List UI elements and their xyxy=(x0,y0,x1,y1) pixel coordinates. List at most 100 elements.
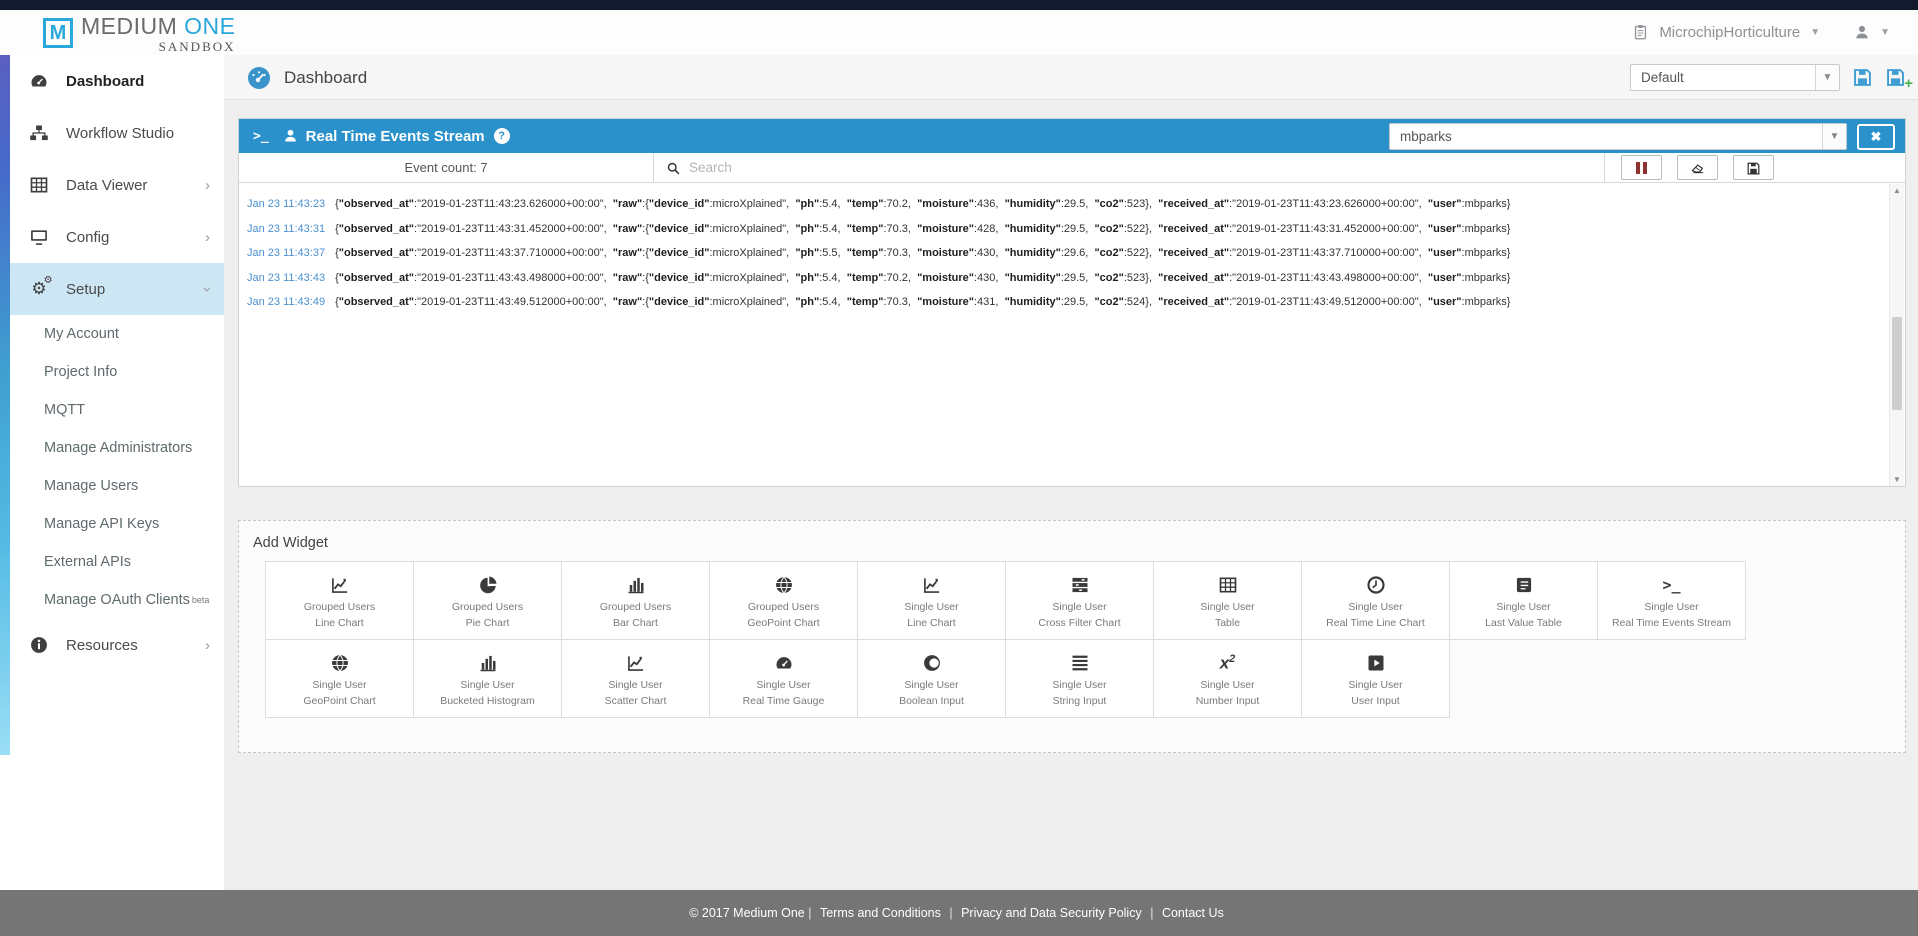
footer-link-contact-us[interactable]: Contact Us xyxy=(1162,906,1224,920)
sidebar-item-label: Manage API Keys xyxy=(44,516,159,532)
event-timestamp: Jan 23 11:43:31 xyxy=(247,223,325,235)
widget-tile-single-user-last-value-table[interactable]: Single UserLast Value Table xyxy=(1449,561,1598,640)
footer-text: © 2017 Medium One | Terms and Conditions… xyxy=(689,906,1229,920)
chevron-down-icon[interactable]: ▼ xyxy=(1822,124,1846,149)
list-alt-icon xyxy=(1513,571,1535,599)
tile-widget-type: User Input xyxy=(1351,693,1399,709)
footer-link-privacy-and-data-security-policy[interactable]: Privacy and Data Security Policy xyxy=(961,906,1142,920)
project-caret-icon[interactable]: ▼ xyxy=(1810,27,1820,38)
user-filter-select[interactable]: mbparks ▼ xyxy=(1389,123,1847,150)
sidebar-item-label: Manage OAuth Clients xyxy=(44,592,190,608)
sidebar-item-label: Project Info xyxy=(44,364,117,380)
event-log-line: Jan 23 11:43:49{"observed_at":"2019-01-2… xyxy=(247,290,1879,315)
save-stream-button[interactable] xyxy=(1733,155,1774,180)
sidebar-item-label: Dashboard xyxy=(66,73,144,90)
tile-user-type: Grouped Users xyxy=(600,599,671,615)
event-log-line: Jan 23 11:43:43{"observed_at":"2019-01-2… xyxy=(247,266,1879,291)
widget-tile-single-user-cross-filter-chart[interactable]: Single UserCross Filter Chart xyxy=(1005,561,1154,640)
clear-stream-button[interactable] xyxy=(1677,155,1718,180)
toggle-icon xyxy=(921,649,943,677)
tile-widget-type: Bucketed Histogram xyxy=(440,693,535,709)
user-menu-icon[interactable] xyxy=(1854,24,1870,42)
save-dashboard-icon[interactable] xyxy=(1852,67,1873,88)
tile-user-type: Single User xyxy=(1200,677,1254,693)
user-caret-icon[interactable]: ▼ xyxy=(1880,27,1890,38)
widget-tile-single-user-line-chart[interactable]: Single UserLine Chart xyxy=(857,561,1006,640)
widget-tile-single-user-real-time-gauge[interactable]: Single UserReal Time Gauge xyxy=(709,639,858,718)
sidebar-item-label: Config xyxy=(66,229,109,246)
widget-tiles: Grouped UsersLine ChartGrouped UsersPie … xyxy=(265,561,1893,718)
tile-user-type: Single User xyxy=(1200,599,1254,615)
project-switcher[interactable]: MicrochipHorticulture xyxy=(1659,24,1800,41)
footer-link-terms-and-conditions[interactable]: Terms and Conditions xyxy=(820,906,941,920)
terminal-icon: >_ xyxy=(253,129,269,144)
sidebar-item-config[interactable]: Config› xyxy=(10,211,224,263)
scroll-down-icon[interactable]: ▼ xyxy=(1890,475,1904,484)
widget-tile-grouped-users-line-chart[interactable]: Grouped UsersLine Chart xyxy=(265,561,414,640)
close-widget-button[interactable]: ✖ xyxy=(1857,124,1895,150)
sidebar-item-manage-users[interactable]: Manage Users xyxy=(10,467,224,505)
sidebar-item-data-viewer[interactable]: Data Viewer› xyxy=(10,159,224,211)
save-dashboard-as-icon[interactable]: + xyxy=(1885,67,1906,88)
widget-tile-single-user-string-input[interactable]: Single UserString Input xyxy=(1005,639,1154,718)
scrollbar-thumb[interactable] xyxy=(1892,317,1902,411)
help-icon[interactable]: ? xyxy=(494,128,510,144)
widget-tile-single-user-real-time-events-stream[interactable]: >_Single UserReal Time Events Stream xyxy=(1597,561,1746,640)
tile-user-type: Single User xyxy=(460,677,514,693)
tile-widget-type: Number Input xyxy=(1196,693,1260,709)
widget-tile-single-user-real-time-line-chart[interactable]: Single UserReal Time Line Chart xyxy=(1301,561,1450,640)
widget-tile-single-user-scatter-chart[interactable]: Single UserScatter Chart xyxy=(561,639,710,718)
sidebar-item-setup[interactable]: ⚙⚙Setup› xyxy=(10,263,224,315)
sidebar-item-resources[interactable]: Resources› xyxy=(10,619,224,671)
sidebar-item-workflow-studio[interactable]: Workflow Studio xyxy=(10,107,224,159)
chevron-down-icon[interactable]: ▼ xyxy=(1815,65,1839,90)
brand-logo[interactable]: M MEDIUM ONE SANDBOX xyxy=(43,15,236,53)
clipboard-icon xyxy=(1632,23,1649,41)
sidebar-item-manage-oauth-clients[interactable]: Manage OAuth Clientsbeta xyxy=(10,581,224,619)
x2-icon: x2 xyxy=(1220,649,1236,677)
widget-tile-single-user-geopoint-chart[interactable]: Single UserGeoPoint Chart xyxy=(265,639,414,718)
terminal-icon: >_ xyxy=(1662,571,1680,599)
event-log-line: Jan 23 11:43:23{"observed_at":"2019-01-2… xyxy=(247,192,1879,217)
sidebar-item-external-apis[interactable]: External APIs xyxy=(10,543,224,581)
widget-tile-single-user-number-input[interactable]: x2Single UserNumber Input xyxy=(1153,639,1302,718)
tile-user-type: Single User xyxy=(1348,677,1402,693)
add-widget-panel: Add Widget Grouped UsersLine ChartGroupe… xyxy=(238,520,1906,753)
dashboard-view-value: Default xyxy=(1631,70,1815,85)
tile-widget-type: GeoPoint Chart xyxy=(747,615,819,631)
person-icon xyxy=(283,127,298,145)
stream-scrollbar[interactable]: ▲ ▼ xyxy=(1889,184,1904,486)
tile-user-type: Single User xyxy=(904,677,958,693)
event-count-label: Event count: 7 xyxy=(239,153,653,182)
dashboard-view-select[interactable]: Default ▼ xyxy=(1630,64,1840,91)
tile-user-type: Single User xyxy=(1052,677,1106,693)
widget-tile-single-user-boolean-input[interactable]: Single UserBoolean Input xyxy=(857,639,1006,718)
sitemap-icon xyxy=(26,123,52,143)
sidebar-nav: DashboardWorkflow StudioData Viewer›Conf… xyxy=(10,55,224,671)
widget-tile-grouped-users-bar-chart[interactable]: Grouped UsersBar Chart xyxy=(561,561,710,640)
globe-icon xyxy=(773,571,795,599)
widget-tile-single-user-user-input[interactable]: Single UserUser Input xyxy=(1301,639,1450,718)
stream-widget-header[interactable]: >_ Real Time Events Stream ? mbparks ▼ ✖ xyxy=(239,119,1905,153)
logo-monogram-icon: M xyxy=(43,18,73,48)
widget-tile-single-user-bucketed-histogram[interactable]: Single UserBucketed Histogram xyxy=(413,639,562,718)
scroll-up-icon[interactable]: ▲ xyxy=(1890,186,1904,195)
sidebar-item-manage-api-keys[interactable]: Manage API Keys xyxy=(10,505,224,543)
sidebar-item-manage-administrators[interactable]: Manage Administrators xyxy=(10,429,224,467)
event-timestamp: Jan 23 11:43:49 xyxy=(247,296,325,308)
search-input[interactable] xyxy=(689,160,1604,175)
widget-tile-single-user-table[interactable]: Single UserTable xyxy=(1153,561,1302,640)
sidebar-item-my-account[interactable]: My Account xyxy=(10,315,224,353)
sidebar-item-dashboard[interactable]: Dashboard xyxy=(10,55,224,107)
add-widget-title: Add Widget xyxy=(253,535,1893,551)
search-icon xyxy=(666,159,681,175)
dashboard-gauge-icon xyxy=(246,66,272,90)
widget-tile-grouped-users-pie-chart[interactable]: Grouped UsersPie Chart xyxy=(413,561,562,640)
sidebar-item-project-info[interactable]: Project Info xyxy=(10,353,224,391)
info-icon xyxy=(26,635,52,655)
tile-user-type: Single User xyxy=(312,677,366,693)
widget-tile-grouped-users-geopoint-chart[interactable]: Grouped UsersGeoPoint Chart xyxy=(709,561,858,640)
sidebar-item-mqtt[interactable]: MQTT xyxy=(10,391,224,429)
pause-stream-button[interactable] xyxy=(1621,155,1662,180)
stream-widget-title: Real Time Events Stream xyxy=(306,128,485,145)
